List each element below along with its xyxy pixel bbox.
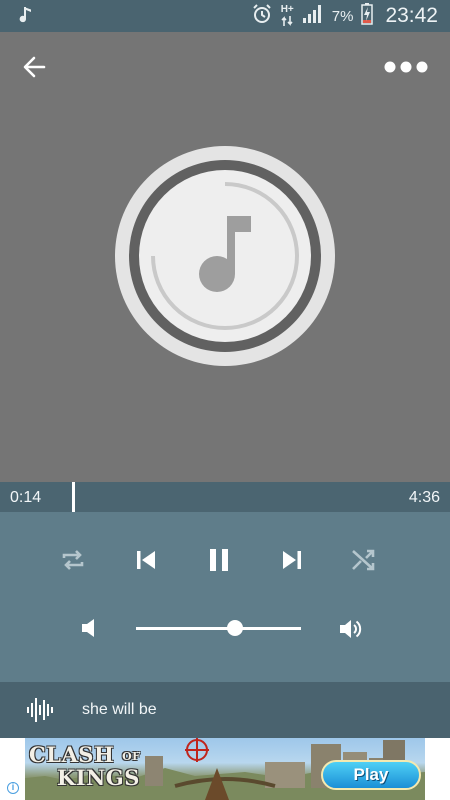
shuffle-button[interactable] — [350, 546, 378, 579]
alarm-icon — [251, 3, 273, 30]
now-playing-bar[interactable]: she will be — [0, 682, 450, 738]
volume-slider[interactable] — [136, 627, 301, 630]
audio-waveform-icon — [26, 696, 56, 729]
network-type-label: H+ — [280, 4, 294, 15]
ad-logo: CLASH OF KINGS — [29, 744, 141, 788]
skip-next-icon — [283, 551, 301, 569]
back-arrow-icon — [23, 56, 46, 78]
ad-banner[interactable]: i CLASH OF KINGS Play — [0, 738, 450, 800]
ad-logo-line1: CLASH — [29, 742, 115, 767]
repeat-icon — [62, 550, 84, 570]
album-art-placeholder — [115, 146, 335, 371]
pause-icon — [210, 549, 228, 571]
now-playing-title: she will be — [82, 701, 157, 718]
skip-previous-icon — [137, 551, 155, 569]
volume-high-icon — [338, 617, 364, 646]
next-button[interactable] — [280, 548, 304, 577]
battery-charging-icon — [361, 2, 374, 30]
status-bar: H+ 7% 23:42 — [0, 0, 450, 32]
total-time: 4:36 — [408, 489, 440, 506]
ad-logo-of: OF — [122, 750, 141, 763]
battery-percent: 7% — [331, 7, 354, 25]
volume-low-icon — [80, 618, 98, 643]
disc-music-icon — [115, 146, 335, 366]
current-time: 0:14 — [10, 489, 42, 506]
ad-info-icon[interactable]: i — [7, 782, 19, 794]
seek-bar[interactable]: 0:14 4:36 — [0, 482, 450, 512]
data-arrows-icon: H+ — [281, 5, 294, 27]
more-dots-icon — [384, 61, 428, 73]
shuffle-icon — [352, 549, 375, 571]
back-button[interactable] — [20, 54, 50, 80]
more-options-button[interactable] — [384, 60, 428, 74]
playback-controls — [0, 512, 450, 682]
album-art-area — [0, 32, 450, 482]
ad-image[interactable]: CLASH OF KINGS Play — [25, 738, 425, 800]
volume-thumb[interactable] — [227, 620, 243, 636]
clock-time: 23:42 — [385, 4, 438, 27]
signal-icon — [302, 4, 324, 29]
repeat-button[interactable] — [58, 546, 88, 579]
ad-play-button[interactable]: Play — [321, 760, 421, 790]
seek-thumb[interactable] — [71, 482, 75, 512]
pause-button[interactable] — [207, 547, 231, 578]
previous-button[interactable] — [134, 548, 158, 577]
ad-logo-line2: KINGS — [57, 765, 140, 790]
music-note-icon — [18, 5, 34, 30]
